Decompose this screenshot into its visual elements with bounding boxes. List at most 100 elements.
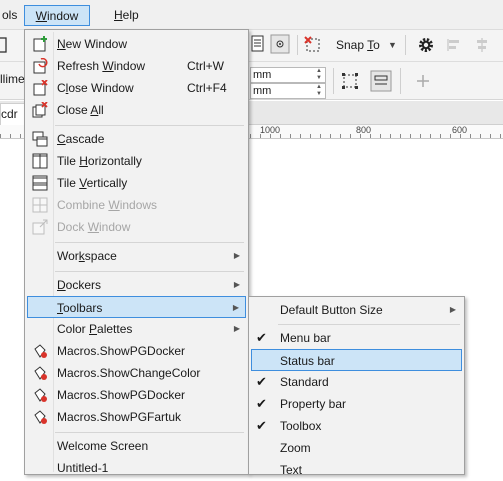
combine-windows-icon bbox=[32, 197, 48, 213]
toolbars-submenu: Default Button Size ▶ ✔ Menu bar Status … bbox=[248, 296, 465, 477]
menu-item-label: Close All bbox=[57, 99, 104, 121]
tile-horizontally-icon bbox=[32, 153, 48, 169]
menu-item-label: Workspace bbox=[57, 245, 117, 267]
label-pre: Tile bbox=[57, 154, 80, 168]
menu-item-macro-show-pg-docker[interactable]: Macros.ShowPGDocker bbox=[27, 340, 246, 362]
menu-item-cascade[interactable]: Cascade bbox=[27, 128, 246, 150]
menu-item-color-palettes[interactable]: Color Palettes ▶ bbox=[27, 318, 246, 340]
macro-icon bbox=[34, 410, 47, 424]
label-rest: orizontally bbox=[87, 154, 142, 168]
unit-field-top-value: mm bbox=[253, 69, 272, 81]
mnemonic: W bbox=[108, 198, 120, 212]
menu-item-label: Macros.ShowChangeColor bbox=[57, 366, 201, 380]
submenu-item-default-button-size[interactable]: Default Button Size ▶ bbox=[251, 299, 462, 321]
spin-arrows-icon[interactable]: ▲ ▼ bbox=[313, 84, 325, 98]
refresh-window-icon bbox=[33, 58, 48, 74]
menu-separator bbox=[55, 271, 244, 272]
menu-item-dock-window[interactable]: Dock Window bbox=[27, 216, 246, 238]
submenu-item-label: Standard bbox=[280, 375, 329, 389]
menu-tools[interactable]: ols bbox=[0, 5, 23, 26]
submenu-item-label: Text bbox=[280, 463, 303, 477]
object-properties-icon[interactable] bbox=[370, 70, 392, 92]
menu-item-macro-show-pg-docker-2[interactable]: Macros.ShowPGDocker bbox=[27, 384, 246, 406]
submenu-item-menu-bar[interactable]: ✔ Menu bar bbox=[251, 327, 462, 349]
menu-item-untitled-1[interactable]: Untitled-1 bbox=[27, 457, 246, 479]
submenu-item-status-bar[interactable]: Status bar bbox=[251, 349, 462, 371]
document-tab-label: cdr bbox=[1, 107, 18, 121]
menu-item-macro-show-pg-fartuk[interactable]: Macros.ShowPGFartuk bbox=[27, 406, 246, 428]
menu-item-combine-windows[interactable]: Combine Windows bbox=[27, 194, 246, 216]
mnemonic: W bbox=[102, 59, 114, 73]
menu-item-tile-vertically[interactable]: Tile Vertically bbox=[27, 172, 246, 194]
label-pre: C bbox=[57, 81, 66, 95]
menu-item-label: Tile Horizontally bbox=[57, 150, 142, 172]
submenu-arrow-icon: ▶ bbox=[233, 280, 240, 289]
snap-to-suffix: o bbox=[373, 38, 380, 52]
snap-off-icon[interactable] bbox=[303, 35, 323, 55]
align-center-icon[interactable] bbox=[474, 37, 490, 53]
menu-separator bbox=[55, 432, 244, 433]
macro-icon bbox=[34, 388, 47, 402]
menu-item-toolbars[interactable]: Toolbars ▶ bbox=[27, 296, 246, 318]
menu-window[interactable]: Window bbox=[24, 5, 90, 26]
menu-item-dockers[interactable]: Dockers ▶ bbox=[27, 274, 246, 296]
menu-item-welcome-screen[interactable]: Welcome Screen bbox=[27, 435, 246, 457]
submenu-item-text[interactable]: Text bbox=[251, 459, 462, 481]
cascade-icon bbox=[32, 131, 48, 147]
menu-item-label: Combine Windows bbox=[57, 194, 157, 216]
unit-field-top[interactable]: mm ▲ ▼ bbox=[250, 67, 326, 83]
menu-help-label: elp bbox=[122, 8, 139, 22]
bounding-box-icon[interactable] bbox=[341, 72, 359, 90]
toolbar-left-icon[interactable] bbox=[0, 36, 8, 54]
menu-item-label: Color Palettes bbox=[57, 318, 132, 340]
menu-help[interactable]: Help bbox=[108, 5, 145, 26]
menu-item-macro-show-change-color[interactable]: Macros.ShowChangeColor bbox=[27, 362, 246, 384]
mnemonic: C bbox=[57, 132, 66, 146]
mnemonic: D bbox=[57, 278, 66, 292]
menu-item-shortcut: Ctrl+F4 bbox=[187, 81, 227, 95]
submenu-item-label: Zoom bbox=[280, 441, 311, 455]
menu-help-mnemonic: H bbox=[114, 8, 123, 22]
submenu-item-zoom[interactable]: Zoom bbox=[251, 437, 462, 459]
label-rest: ll bbox=[98, 103, 104, 117]
checkmark-icon: ✔ bbox=[256, 418, 267, 433]
submenu-item-toolbox[interactable]: ✔ Toolbox bbox=[251, 415, 462, 437]
label-rest: ockers bbox=[65, 278, 102, 292]
menu-item-workspace[interactable]: Workspace ▶ bbox=[27, 245, 246, 267]
menu-item-label: Tile Vertically bbox=[57, 172, 127, 194]
unit-field-bottom[interactable]: mm ▲ ▼ bbox=[250, 83, 326, 99]
align-left-icon[interactable] bbox=[446, 37, 462, 53]
plus-icon[interactable] bbox=[415, 73, 431, 89]
menu-item-refresh-window[interactable]: Refresh Window Ctrl+W bbox=[27, 55, 246, 77]
macro-icon bbox=[34, 344, 47, 358]
spin-arrows-icon[interactable]: ▲ ▼ bbox=[313, 68, 325, 82]
menu-item-new-window[interactable]: New Window bbox=[27, 33, 246, 55]
snap-to-button[interactable]: Snap To bbox=[336, 38, 380, 52]
label-pre: Tile bbox=[57, 176, 80, 190]
mnemonic: P bbox=[89, 322, 98, 336]
submenu-item-standard[interactable]: ✔ Standard bbox=[251, 371, 462, 393]
unit-field-bottom-value: mm bbox=[253, 85, 272, 97]
submenu-item-property-bar[interactable]: ✔ Property bar bbox=[251, 393, 462, 415]
view-icon[interactable] bbox=[270, 34, 290, 54]
page-layout-icon[interactable] bbox=[250, 35, 266, 53]
menu-item-tile-horizontally[interactable]: Tile Horizontally bbox=[27, 150, 246, 172]
menu-item-close-all[interactable]: Close All bbox=[27, 99, 246, 121]
label-pre: Color bbox=[57, 322, 90, 336]
label-rest: ertically bbox=[86, 176, 128, 190]
submenu-item-label: Property bar bbox=[280, 397, 347, 411]
gear-icon[interactable] bbox=[417, 36, 435, 54]
menu-item-close-window[interactable]: Close Window Ctrl+F4 bbox=[27, 77, 246, 99]
snap-to-dropdown-icon[interactable]: ▼ bbox=[388, 40, 397, 50]
menu-item-label: Cascade bbox=[57, 128, 104, 150]
menu-item-label: Dockers bbox=[57, 274, 101, 296]
menu-item-label: New Window bbox=[57, 33, 127, 55]
menu-item-label: Macros.ShowPGDocker bbox=[57, 388, 186, 402]
label-rest: indow bbox=[113, 59, 146, 73]
menu-item-label: Macros.ShowPGFartuk bbox=[57, 410, 182, 424]
close-all-icon bbox=[32, 102, 48, 118]
checkmark-icon: ✔ bbox=[256, 330, 267, 345]
label-rest: indow bbox=[99, 220, 131, 234]
macro-icon bbox=[34, 366, 47, 380]
property-bar-truncated-label: llime bbox=[0, 72, 25, 86]
